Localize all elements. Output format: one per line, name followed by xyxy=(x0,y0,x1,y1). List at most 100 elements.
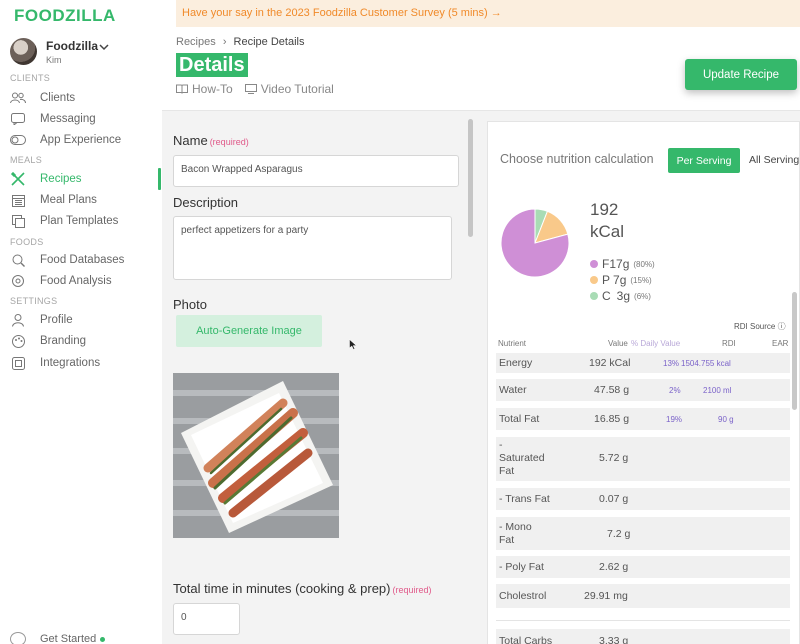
sidebar-item-integrations[interactable]: Integrations xyxy=(10,353,160,373)
row-value: 47.58 g xyxy=(594,384,630,396)
content-area: Name (required) Bacon Wrapped Asparagus D… xyxy=(162,110,800,644)
logo[interactable]: FOODZILLA xyxy=(14,6,116,26)
col-ear: EAR xyxy=(772,339,789,348)
macro-pie-chart xyxy=(500,208,570,278)
sidebar-item-label: Clients xyxy=(40,92,76,104)
nutrition-scrollbar[interactable] xyxy=(792,292,797,410)
update-recipe-button[interactable]: Update Recipe xyxy=(685,59,797,90)
sidebar-item-label: Recipes xyxy=(40,173,82,185)
tab-label: Video Tutorial xyxy=(260,82,334,96)
row-name: Fat xyxy=(499,534,515,546)
chevron-down-icon xyxy=(99,44,109,51)
section-meals: MEALS xyxy=(10,155,43,165)
section-clients: CLIENTS xyxy=(10,73,51,83)
sidebar-item-branding[interactable]: Branding xyxy=(10,331,160,351)
get-started-label: Get Started xyxy=(40,633,97,644)
protein-dot xyxy=(590,276,598,284)
macro-letter: P xyxy=(602,273,611,287)
row-name: Total Fat xyxy=(499,413,540,425)
book-icon xyxy=(176,84,188,94)
macro-protein: P 7g (15%) xyxy=(590,273,652,287)
monitor-icon xyxy=(244,84,257,94)
time-input[interactable]: 0 xyxy=(173,603,240,635)
row-name: Cholestrol xyxy=(499,590,547,602)
survey-banner-text: Have your say in the 2023 Foodzilla Cust… xyxy=(182,7,502,19)
sidebar-item-label: Integrations xyxy=(40,357,101,369)
copy-icon xyxy=(10,214,26,228)
row-name: - Trans Fat xyxy=(499,493,550,505)
sidebar-item-food-analysis[interactable]: Food Analysis xyxy=(10,271,160,291)
recipe-form: Name (required) Bacon Wrapped Asparagus D… xyxy=(162,111,475,644)
palette-icon xyxy=(10,334,26,348)
sidebar-item-clients[interactable]: Clients xyxy=(10,88,160,108)
analysis-icon xyxy=(10,274,26,288)
macro-letter: C xyxy=(602,289,611,303)
breadcrumb-separator: › xyxy=(222,36,227,48)
mouse-cursor-icon xyxy=(349,338,357,353)
carbs-dot xyxy=(590,292,598,300)
row-value: 16.85 g xyxy=(594,413,630,425)
name-input[interactable]: Bacon Wrapped Asparagus xyxy=(173,155,459,187)
user-switcher[interactable]: Foodzilla Kim xyxy=(10,38,155,68)
description-label: Description xyxy=(173,195,239,210)
sidebar-item-label: Food Analysis xyxy=(40,275,112,287)
sidebar-item-label: Plan Templates xyxy=(40,215,119,227)
tab-how-to[interactable]: How-To xyxy=(176,82,233,96)
sidebar-item-recipes[interactable]: Recipes xyxy=(10,169,160,189)
macro-carbs: C 3g (6%) xyxy=(590,289,651,303)
section-settings: SETTINGS xyxy=(10,296,58,306)
row-daily: 19% xyxy=(666,415,683,424)
sidebar-item-food-databases[interactable]: Food Databases xyxy=(10,250,160,270)
table-row: - Poly Fat 2.62 g xyxy=(496,556,790,578)
macro-pct: (15%) xyxy=(630,275,652,285)
table-row: - Trans Fat 0.07 g xyxy=(496,488,790,510)
row-rdi: 90 g xyxy=(718,415,734,424)
row-daily: 13% xyxy=(663,359,680,368)
sidebar-item-plan-templates[interactable]: Plan Templates xyxy=(10,211,160,231)
row-value: 192 kCal xyxy=(589,357,631,369)
get-started-link[interactable]: Get Started xyxy=(10,632,106,644)
row-value: 5.72 g xyxy=(599,452,629,464)
integrations-icon xyxy=(10,356,26,370)
rdi-source-link[interactable]: RDI Source ⓘ xyxy=(734,321,786,332)
description-textarea[interactable]: perfect appetizers for a party xyxy=(173,216,452,280)
table-row: Total Fat 16.85 g 19% 90 g xyxy=(496,408,790,430)
sidebar-item-messaging[interactable]: Messaging xyxy=(10,109,160,129)
app-root: FOODZILLA Foodzilla Kim CLIENTS Clients … xyxy=(0,0,800,644)
row-name: Energy xyxy=(499,357,533,369)
search-icon xyxy=(10,253,26,267)
kcal-unit: kCal xyxy=(590,222,625,241)
row-name: Saturated xyxy=(499,452,545,464)
col-daily: % Daily Value xyxy=(631,339,681,348)
macro-pct: (6%) xyxy=(634,291,651,301)
sidebar-item-label: Meal Plans xyxy=(40,194,97,206)
macro-fat: F 17g (80%) xyxy=(590,257,655,271)
macro-value: 3g xyxy=(616,289,631,303)
nutrition-panel: Choose nutrition calculation Per Serving… xyxy=(487,121,800,644)
row-daily: 2% xyxy=(669,386,681,395)
tab-label: How-To xyxy=(192,82,233,96)
auto-generate-image-button[interactable]: Auto-Generate Image xyxy=(176,315,322,347)
tab-video-tutorial[interactable]: Video Tutorial xyxy=(244,82,334,96)
table-row: Total Carbs 3.33 g xyxy=(496,629,790,644)
kcal-value: 192 xyxy=(590,200,619,219)
time-label-text: Total time in minutes (cooking & prep) xyxy=(173,581,391,596)
sidebar-item-profile[interactable]: Profile xyxy=(10,310,160,330)
sidebar-item-meal-plans[interactable]: Meal Plans xyxy=(10,190,160,210)
help-tabs: How-To Video Tutorial xyxy=(176,82,334,96)
breadcrumb-parent[interactable]: Recipes xyxy=(176,36,216,48)
survey-banner[interactable]: Have your say in the 2023 Foodzilla Cust… xyxy=(176,0,800,27)
recipe-photo[interactable] xyxy=(173,373,339,538)
table-row: - Saturated Fat 5.72 g xyxy=(496,437,790,481)
sidebar-item-app-experience[interactable]: App Experience xyxy=(10,130,160,150)
name-label: Name (required) xyxy=(173,133,249,148)
recipe-photo-image xyxy=(173,373,339,538)
form-scrollbar[interactable] xyxy=(468,119,473,237)
all-servings-button[interactable]: All Servings xyxy=(749,154,799,166)
per-serving-button[interactable]: Per Serving xyxy=(668,148,740,173)
row-value: 0.07 g xyxy=(599,493,629,505)
row-name: Fat xyxy=(499,465,515,477)
row-value: 3.33 g xyxy=(599,635,629,644)
sidebar-item-label: Food Databases xyxy=(40,254,125,266)
table-row: Water 47.58 g 2% 2100 ml xyxy=(496,379,790,401)
